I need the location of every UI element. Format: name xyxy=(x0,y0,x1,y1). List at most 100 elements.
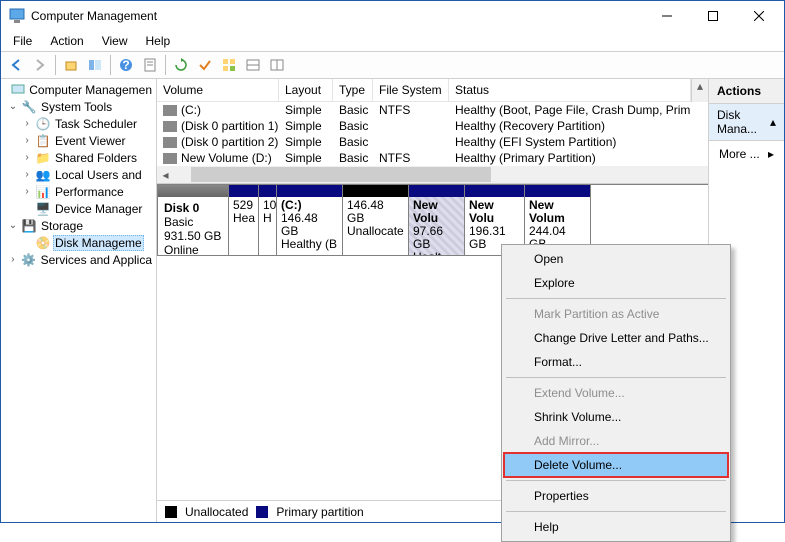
partition-box[interactable]: 10H xyxy=(259,185,277,255)
volume-icon xyxy=(163,137,177,148)
menubar: File Action View Help xyxy=(1,31,784,51)
actions-header: Actions xyxy=(709,79,784,104)
tree-system-tools[interactable]: System Tools xyxy=(39,100,114,114)
show-hide-button[interactable] xyxy=(84,54,106,76)
titlebar: Computer Management xyxy=(1,1,784,31)
tree-event-viewer[interactable]: Event Viewer xyxy=(53,134,127,148)
separator xyxy=(506,511,726,512)
volume-list[interactable]: Volume Layout Type File System Status ▴ … xyxy=(157,79,708,184)
ctx-open[interactable]: Open xyxy=(504,247,728,271)
ctx-change-letter[interactable]: Change Drive Letter and Paths... xyxy=(504,326,728,350)
partition-box[interactable]: (C:)146.48 GBHealthy (B xyxy=(277,185,343,255)
context-menu: Open Explore Mark Partition as Active Ch… xyxy=(501,244,731,542)
tree-local-users[interactable]: Local Users and xyxy=(53,168,144,182)
users-icon: 👥 xyxy=(35,167,51,183)
ctx-mirror: Add Mirror... xyxy=(504,429,728,453)
tree-task-scheduler[interactable]: Task Scheduler xyxy=(53,117,139,131)
col-layout[interactable]: Layout xyxy=(279,79,333,102)
disk-icon: 📀 xyxy=(35,235,51,251)
storage-icon: 💾 xyxy=(21,218,37,234)
volume-header-row: Volume Layout Type File System Status ▴ xyxy=(157,79,708,102)
volume-row[interactable]: (Disk 0 partition 1)SimpleBasicHealthy (… xyxy=(157,118,708,134)
disk-info-box[interactable]: Disk 0 Basic 931.50 GB Online xyxy=(157,184,229,256)
check-icon[interactable] xyxy=(194,54,216,76)
back-button[interactable] xyxy=(5,54,27,76)
help-icon[interactable]: ? xyxy=(115,54,137,76)
expander-icon[interactable]: › xyxy=(21,135,33,146)
col-volume[interactable]: Volume xyxy=(157,79,279,102)
props-icon[interactable] xyxy=(139,54,161,76)
expander-icon[interactable]: › xyxy=(21,152,33,163)
expander-icon[interactable]: › xyxy=(21,118,33,129)
legend-unallocated: Unallocated xyxy=(185,505,248,519)
disk-state: Online xyxy=(164,243,222,257)
minimize-button[interactable] xyxy=(644,1,690,31)
partition-box[interactable]: 529Hea xyxy=(229,185,259,255)
ctx-properties[interactable]: Properties xyxy=(504,484,728,508)
tree-performance[interactable]: Performance xyxy=(53,185,126,199)
ctx-format[interactable]: Format... xyxy=(504,350,728,374)
tree-root[interactable]: Computer Managemen xyxy=(27,83,154,97)
partition-box[interactable]: 146.48 GBUnallocate xyxy=(343,185,409,255)
actions-more[interactable]: More ...▸ xyxy=(709,141,784,167)
disk-name: Disk 0 xyxy=(164,201,222,215)
expander-icon[interactable]: ⌄ xyxy=(7,220,19,231)
swatch-unallocated xyxy=(165,506,177,518)
volume-row[interactable]: New Volume (D:)SimpleBasicNTFSHealthy (P… xyxy=(157,150,708,166)
folder-icon: 📁 xyxy=(35,150,51,166)
separator xyxy=(506,298,726,299)
tree-services[interactable]: Services and Applica xyxy=(39,253,154,267)
services-icon: ⚙️ xyxy=(21,252,37,268)
forward-button[interactable] xyxy=(29,54,51,76)
window-title: Computer Management xyxy=(31,9,644,23)
layout-v-icon[interactable] xyxy=(266,54,288,76)
volume-row[interactable]: (C:)SimpleBasicNTFSHealthy (Boot, Page F… xyxy=(157,102,708,118)
col-filesystem[interactable]: File System xyxy=(373,79,449,102)
event-icon: 📋 xyxy=(35,133,51,149)
layout-icon[interactable] xyxy=(242,54,264,76)
partition-box[interactable]: New Volu97.66 GBHealt xyxy=(409,185,465,255)
device-icon: 🖥️ xyxy=(35,201,51,217)
volume-icon xyxy=(163,153,177,164)
menu-view[interactable]: View xyxy=(94,32,136,50)
scrollbar-up-icon[interactable]: ▴ xyxy=(691,79,708,102)
ctx-delete-volume[interactable]: Delete Volume... xyxy=(504,453,728,477)
menu-help[interactable]: Help xyxy=(138,32,179,50)
disk-size: 931.50 GB xyxy=(164,229,222,243)
expander-icon[interactable]: › xyxy=(7,254,19,265)
close-button[interactable] xyxy=(736,1,782,31)
submenu-arrow-icon: ▸ xyxy=(768,147,774,161)
svg-text:?: ? xyxy=(122,58,129,72)
menu-file[interactable]: File xyxy=(5,32,40,50)
menu-action[interactable]: Action xyxy=(42,32,91,50)
refresh-icon[interactable] xyxy=(170,54,192,76)
tree-disk-management[interactable]: Disk Manageme xyxy=(53,235,144,251)
mmc-icon xyxy=(11,82,25,98)
expander-icon[interactable]: › xyxy=(21,186,33,197)
tree-device-manager[interactable]: Device Manager xyxy=(53,202,144,216)
wrench-icon: 🔧 xyxy=(21,99,37,115)
col-status[interactable]: Status xyxy=(449,79,691,102)
ctx-shrink[interactable]: Shrink Volume... xyxy=(504,405,728,429)
up-button[interactable] xyxy=(60,54,82,76)
swatch-primary xyxy=(256,506,268,518)
collapse-icon: ▴ xyxy=(770,115,776,129)
volume-row[interactable]: (Disk 0 partition 2)SimpleBasicHealthy (… xyxy=(157,134,708,150)
tree-storage[interactable]: Storage xyxy=(39,219,85,233)
expander-icon[interactable]: › xyxy=(21,169,33,180)
col-type[interactable]: Type xyxy=(333,79,373,102)
ctx-explore[interactable]: Explore xyxy=(504,271,728,295)
hscrollbar[interactable]: ◂ xyxy=(157,166,708,183)
tree-pane[interactable]: Computer Managemen ⌄🔧System Tools ›🕒Task… xyxy=(1,79,157,522)
list4-icon[interactable] xyxy=(218,54,240,76)
maximize-button[interactable] xyxy=(690,1,736,31)
app-icon xyxy=(9,8,25,24)
tree-shared-folders[interactable]: Shared Folders xyxy=(53,151,139,165)
ctx-help[interactable]: Help xyxy=(504,515,728,539)
volume-icon xyxy=(163,105,177,116)
clock-icon: 🕒 xyxy=(35,116,51,132)
ctx-extend: Extend Volume... xyxy=(504,381,728,405)
expander-icon[interactable]: ⌄ xyxy=(7,101,19,112)
separator xyxy=(506,377,726,378)
actions-group[interactable]: Disk Mana...▴ xyxy=(709,104,784,141)
